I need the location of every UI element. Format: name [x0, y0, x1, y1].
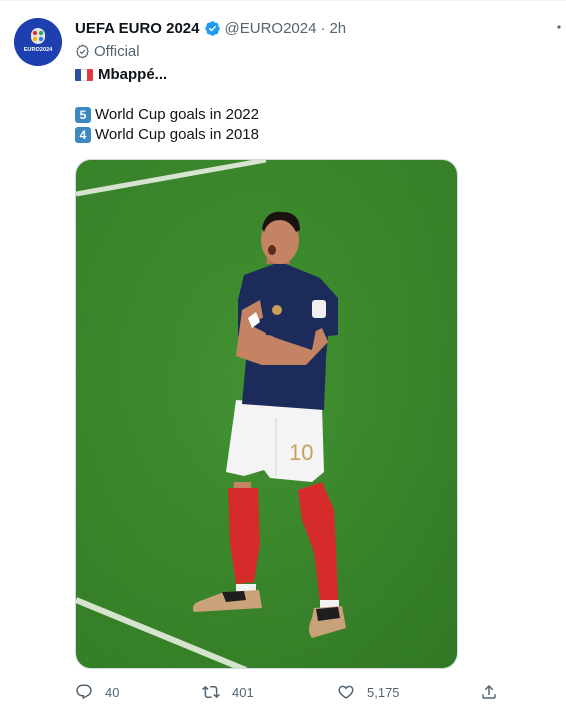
- separator-dot: ·: [320, 19, 326, 37]
- retweet-button[interactable]: 401: [202, 681, 254, 703]
- keycap-four-icon: 4: [75, 127, 91, 143]
- shirt-number: 10: [289, 440, 313, 465]
- tweet-actions: 40 401 5,175: [75, 681, 500, 703]
- tweet-header: UEFA EURO 2024 @EURO2024 · 2h: [75, 18, 346, 38]
- like-icon: [338, 685, 354, 699]
- avatar[interactable]: EURO2024: [14, 18, 62, 66]
- france-flag-icon: [75, 69, 93, 81]
- tweet-text-line-1: Mbappé...: [98, 66, 168, 83]
- like-button[interactable]: 5,175: [337, 681, 400, 703]
- more-icon[interactable]: [554, 19, 564, 39]
- keycap-five-icon: 5: [75, 107, 91, 123]
- retweet-icon: [202, 685, 220, 699]
- like-count: 5,175: [367, 684, 400, 700]
- tweet-line-2: 5 World Cup goals in 2022: [75, 105, 259, 125]
- share-icon: [482, 684, 496, 699]
- official-text: Official: [94, 42, 140, 60]
- official-label: Official: [75, 42, 140, 60]
- reply-icon: [76, 684, 92, 700]
- reply-count: 40: [105, 684, 120, 700]
- tweet-text-line-3: World Cup goals in 2018: [95, 126, 259, 143]
- tweet-photo[interactable]: 10: [75, 159, 458, 669]
- tweet-text-line-2: World Cup goals in 2022: [95, 106, 259, 123]
- tweet-line-1: Mbappé...: [75, 65, 167, 85]
- author-handle[interactable]: @EURO2024: [225, 20, 317, 37]
- tweet-card[interactable]: EURO2024 UEFA EURO 2024 @EURO2024 · 2h O…: [0, 0, 566, 715]
- timestamp[interactable]: 2h: [329, 20, 346, 37]
- tweet-line-3: 4 World Cup goals in 2018: [75, 125, 259, 145]
- share-button[interactable]: [480, 681, 510, 703]
- official-check-icon: [76, 43, 89, 59]
- retweet-count: 401: [232, 684, 254, 700]
- verified-badge-icon: [204, 20, 221, 37]
- author-name[interactable]: UEFA EURO 2024: [75, 20, 200, 37]
- avatar-text: EURO2024: [24, 47, 53, 53]
- reply-button[interactable]: 40: [75, 681, 119, 703]
